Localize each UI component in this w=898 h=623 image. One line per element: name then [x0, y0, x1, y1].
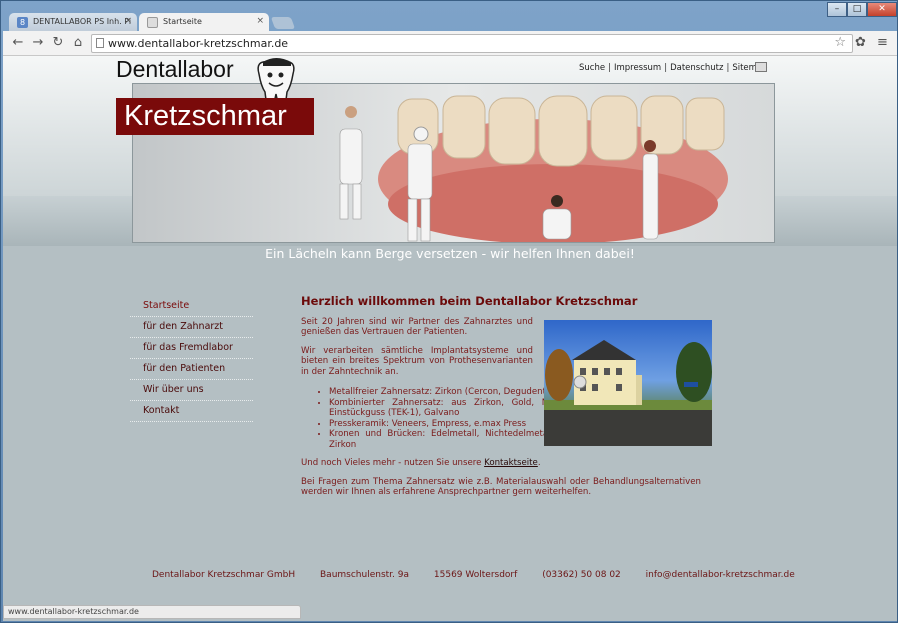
slogan: Ein Lächeln kann Berge versetzen - wir h…: [265, 246, 635, 261]
footer-phone: (03362) 50 08 02: [542, 570, 621, 580]
extension-icon[interactable]: ✿: [855, 35, 866, 50]
back-arrow-icon[interactable]: ←: [9, 34, 27, 52]
address-bar[interactable]: www.dentallabor-kretzschmar.de ☆: [91, 34, 853, 53]
page-icon: [147, 17, 158, 28]
list-item: Kombinierter Zahnersatz: aus Zirkon, Gol…: [329, 398, 561, 419]
minimize-button[interactable]: –: [827, 2, 847, 17]
nav-item-kontakt[interactable]: Kontakt: [130, 401, 253, 422]
contact-link[interactable]: Kontaktseite: [484, 458, 538, 468]
close-icon[interactable]: ×: [124, 16, 132, 26]
footer: Dentallabor Kretzschmar GmbH Baumschulen…: [152, 570, 817, 580]
bookmark-star-icon[interactable]: ☆: [834, 35, 846, 50]
list-item: Metallfreier Zahnersatz: Zirkon (Cercon,…: [329, 387, 561, 398]
maximize-button[interactable]: □: [847, 2, 867, 17]
close-icon[interactable]: ×: [256, 16, 264, 26]
nav-item-fremdlabor[interactable]: für das Fremdlabor: [130, 338, 253, 359]
address-url: www.dentallabor-kretzschmar.de: [108, 37, 289, 50]
footer-email[interactable]: info@dentallabor-kretzschmar.de: [646, 570, 795, 580]
link-datenschutz[interactable]: Datenschutz: [670, 63, 723, 73]
top-links: Suche | Impressum | Datenschutz | Sitemap: [579, 63, 768, 73]
contact-text-end: .: [537, 458, 541, 468]
title-bar: 8 DENTALLABOR PS Inh. Pi × Startseite × …: [1, 1, 898, 32]
contact-paragraph: Und noch Vieles mehr - nutzen Sie unsere…: [301, 458, 701, 469]
print-icon[interactable]: [755, 62, 767, 72]
close-window-button[interactable]: ✕: [867, 2, 897, 17]
reload-icon[interactable]: ↻: [49, 34, 67, 52]
nav-item-startseite[interactable]: Startseite: [130, 296, 253, 317]
footer-company: Dentallabor Kretzschmar GmbH: [152, 570, 296, 580]
logo-text-box[interactable]: Kretzschmar: [116, 98, 314, 135]
nav-item-ueber-uns[interactable]: Wir über uns: [130, 380, 253, 401]
tab-dentallabor-ps[interactable]: 8 DENTALLABOR PS Inh. Pi ×: [9, 13, 137, 32]
status-bar: www.dentallabor-kretzschmar.de: [3, 605, 301, 619]
page-title: Herzlich willkommen beim Dentallabor Kre…: [301, 294, 638, 308]
logo-text-top[interactable]: Dentallabor: [116, 56, 234, 83]
intro-paragraph: Seit 20 Jahren sind wir Partner des Zahn…: [301, 316, 533, 338]
tab-startseite[interactable]: Startseite ×: [139, 13, 269, 32]
tab-label: DENTALLABOR PS Inh. Pi: [33, 17, 132, 26]
home-icon[interactable]: ⌂: [69, 34, 87, 52]
sidebar-nav: Startseite für den Zahnarzt für das Frem…: [130, 296, 253, 422]
new-tab-button[interactable]: [270, 17, 296, 29]
link-suche[interactable]: Suche: [579, 63, 605, 73]
building-photo: [544, 320, 712, 446]
nav-item-zahnarzt[interactable]: für den Zahnarzt: [130, 317, 253, 338]
footer-city: 15569 Woltersdorf: [433, 570, 518, 580]
page-viewport: Dentallabor Kretzschmar Suche | Impressum |…: [3, 56, 897, 621]
list-item: Presskeramik: Veneers, Empress, e.max Pr…: [329, 419, 561, 430]
list-item: Kronen und Brücken: Edelmetall, Nichtede…: [329, 429, 561, 450]
forward-arrow-icon[interactable]: →: [29, 34, 47, 52]
contact-text: Und noch Vieles mehr - nutzen Sie unsere: [301, 458, 485, 468]
browser-window: 8 DENTALLABOR PS Inh. Pi × Startseite × …: [0, 0, 898, 623]
tab-label: Startseite: [163, 17, 202, 26]
services-list: Metallfreier Zahnersatz: Zirkon (Cercon,…: [329, 387, 561, 450]
questions-paragraph: Bei Fragen zum Thema Zahnersatz wie z.B.…: [301, 476, 701, 498]
google-icon: 8: [17, 17, 28, 28]
services-paragraph: Wir verarbeiten sämtliche Implantatsyste…: [301, 345, 533, 377]
page-icon: [96, 38, 104, 48]
menu-icon[interactable]: ≡: [877, 35, 888, 50]
link-impressum[interactable]: Impressum: [614, 63, 661, 73]
footer-street: Baumschulenstr. 9a: [320, 570, 410, 580]
nav-item-patienten[interactable]: für den Patienten: [130, 359, 253, 380]
browser-toolbar: ← → ↻ ⌂ www.dentallabor-kretzschmar.de ☆…: [3, 31, 897, 56]
